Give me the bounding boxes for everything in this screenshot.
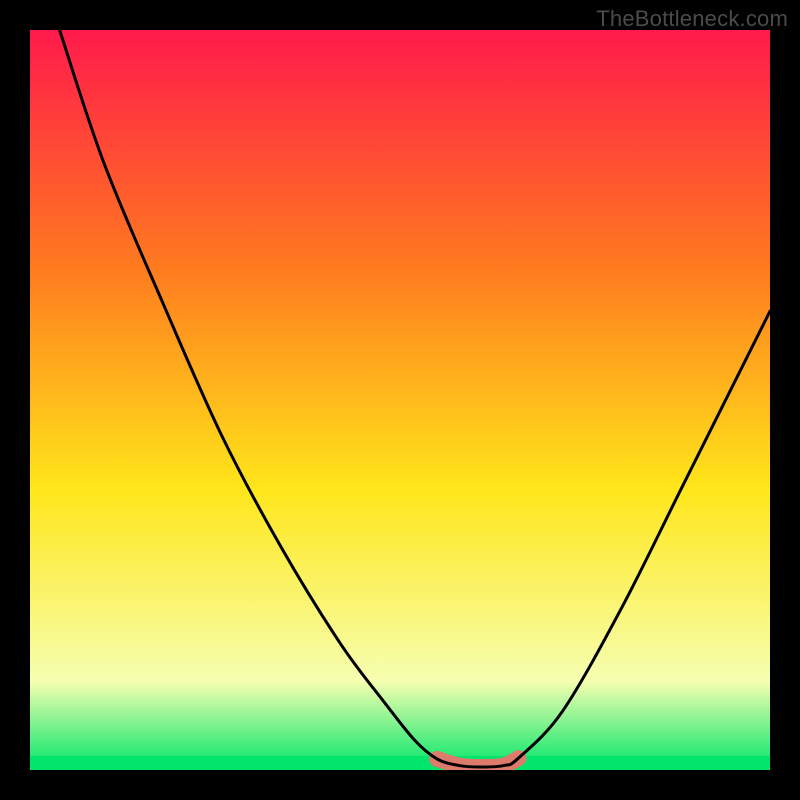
plot-area <box>30 30 770 770</box>
watermark-label: TheBottleneck.com <box>596 6 788 32</box>
plot-svg <box>30 30 770 770</box>
chart-frame: TheBottleneck.com <box>0 0 800 800</box>
bottom-strip <box>30 756 770 770</box>
gradient-background <box>30 30 770 770</box>
